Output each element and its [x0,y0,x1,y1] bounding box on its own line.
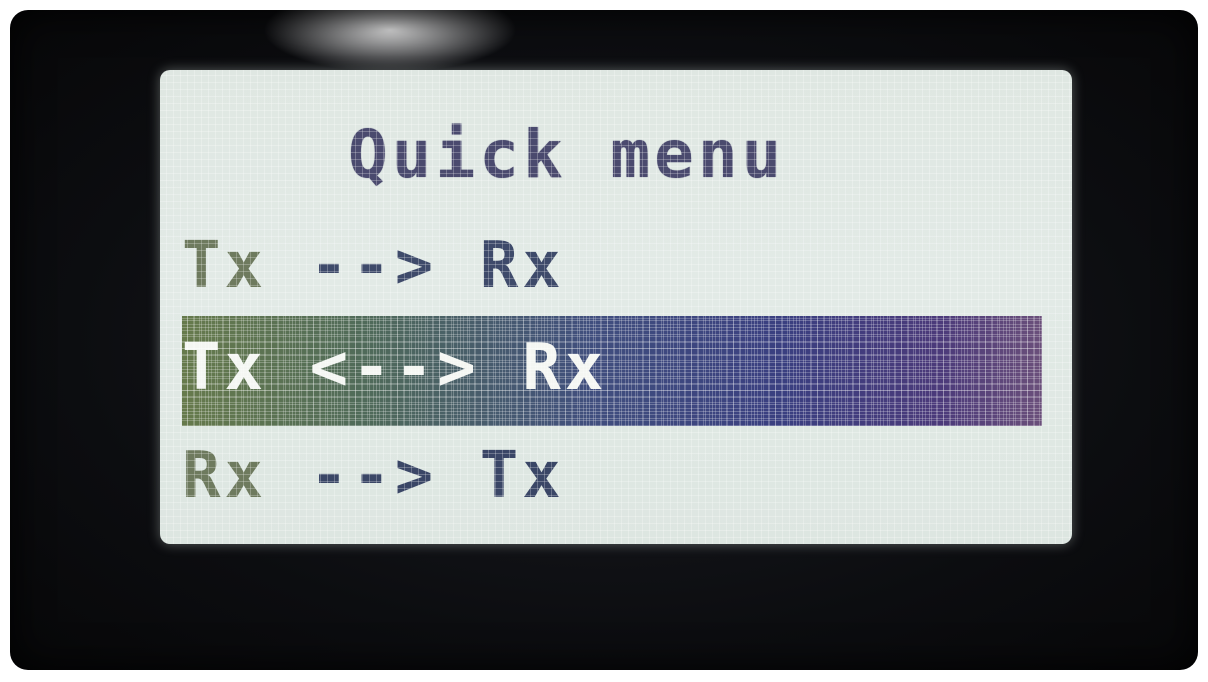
menu-item-source: Rx [182,439,268,513]
menu-item-tx-to-rx[interactable]: Tx --> Rx [182,224,1042,316]
menu-item-destination: Tx [479,439,565,513]
menu-item-source: Tx [182,229,268,303]
menu-item-source: Tx [182,331,268,405]
arrow-right-icon: --> [267,439,480,513]
arrow-bidirectional-icon: <--> [267,331,523,405]
lcd-screen: Quick menu Tx --> Rx Tx <--> Rx Rx --> T… [160,70,1072,544]
menu-item-label: Tx --> Rx [182,234,565,298]
menu-item-label: Tx <--> Rx [182,336,607,400]
menu-item-rx-to-tx[interactable]: Rx --> Tx [182,434,1042,526]
menu-item-label: Rx --> Tx [182,444,565,508]
menu-item-destination: Rx [479,229,565,303]
menu-title: Quick menu [348,116,786,193]
menu-item-tx-bidirectional-rx[interactable]: Tx <--> Rx [182,316,1042,426]
arrow-right-icon: --> [267,229,480,303]
device-photo: Quick menu Tx --> Rx Tx <--> Rx Rx --> T… [0,0,1208,682]
menu-item-destination: Rx [522,331,608,405]
